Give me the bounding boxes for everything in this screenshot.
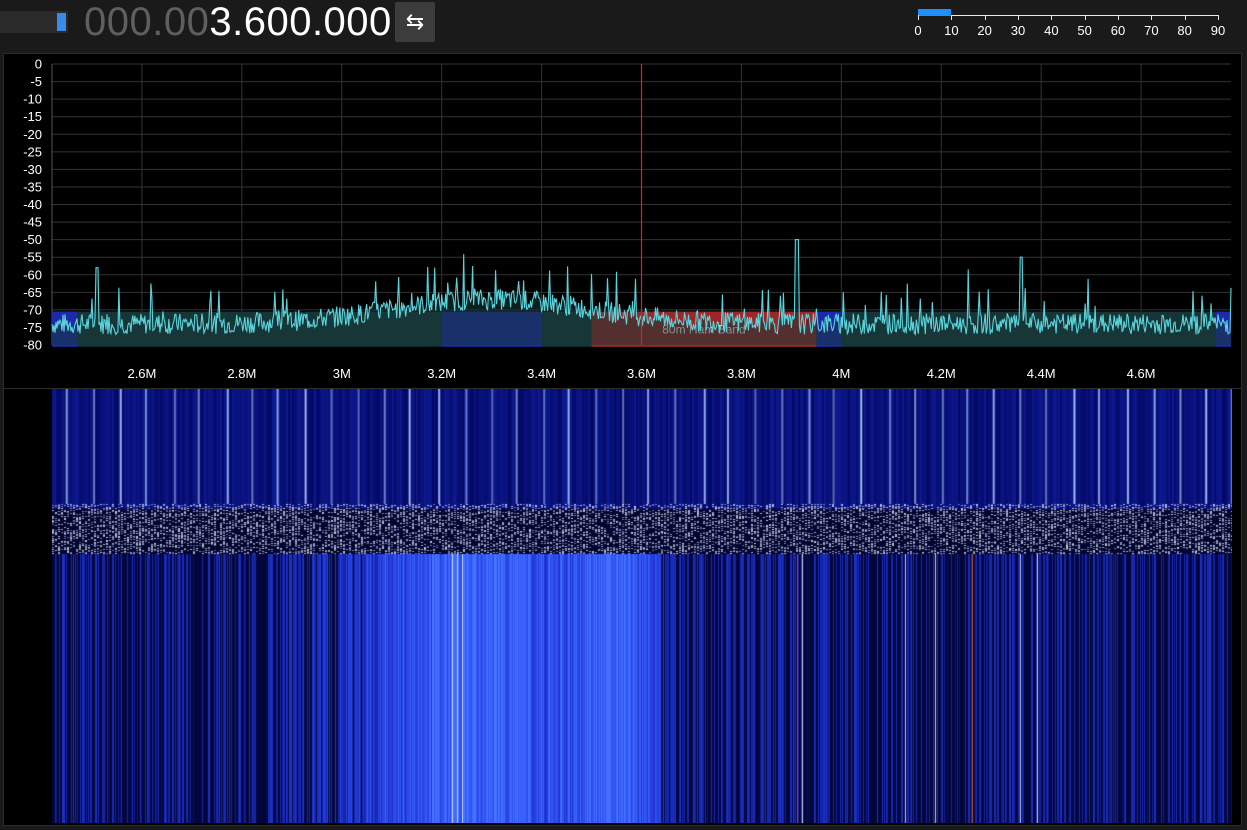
y-tick-label: -30	[23, 162, 42, 177]
signal-meter-fill	[57, 13, 66, 31]
zoom-tick-label: 20	[977, 23, 992, 38]
zoom-tick	[918, 15, 919, 20]
zoom-tick-label: 90	[1210, 23, 1226, 38]
zoom-tick-label: 70	[1144, 23, 1159, 38]
top-bar: 000.003.600.000 ⇆ 0 10 20 30 40 50 60 70 80 90	[0, 0, 1247, 48]
x-tick-label: 4M	[832, 366, 850, 381]
y-tick-label: -35	[23, 179, 42, 194]
zoom-tick	[1118, 15, 1119, 20]
y-tick-label: -25	[23, 144, 42, 159]
zoom-slider-fill[interactable]	[918, 9, 952, 16]
x-tick-label: 4.6M	[1127, 366, 1156, 381]
waterfall-panel[interactable]	[3, 388, 1242, 826]
x-tick-label: 4.4M	[1027, 366, 1056, 381]
x-tick-label: 3.4M	[527, 366, 556, 381]
spectrum-panel[interactable]: 0 -5 -10 -15 -20 -25 -30 -35 -40 -45 -50 -55 -60 -65 -…	[3, 53, 1242, 389]
y-tick-label: -60	[23, 267, 42, 282]
x-tick-label: 3.6M	[627, 366, 656, 381]
swap-icon[interactable]: ⇆	[395, 2, 435, 42]
y-tick-label: -45	[23, 215, 42, 230]
x-tick-label: 3.8M	[727, 366, 756, 381]
zoom-tick	[1184, 15, 1186, 20]
zoom-tick	[951, 15, 953, 20]
y-tick-label: -55	[23, 250, 42, 265]
zoom-tick-label: 50	[1077, 23, 1092, 38]
zoom-tick-label: 40	[1044, 23, 1059, 38]
y-tick-label: -15	[23, 109, 42, 124]
x-tick-label: 4.2M	[927, 366, 956, 381]
zoom-tick-label: 60	[1110, 23, 1126, 38]
y-tick-label: -65	[23, 285, 42, 300]
x-tick-label: 2.6M	[127, 366, 156, 381]
y-tick-label: -80	[23, 338, 42, 353]
signal-meter	[0, 11, 68, 33]
x-tick-label: 3.2M	[427, 366, 456, 381]
zoom-slider[interactable]: 0 10 20 30 40 50 60 70 80 90	[914, 7, 1225, 41]
x-tick-label: 3M	[333, 366, 351, 381]
y-tick-label: -50	[23, 232, 42, 247]
y-tick-label: -5	[30, 74, 42, 89]
zoom-tick-label: 80	[1177, 23, 1192, 38]
zoom-tick	[1018, 15, 1019, 20]
x-tick-label: 2.8M	[227, 366, 256, 381]
frequency-value[interactable]: 3.600.000	[209, 0, 391, 44]
frequency-display[interactable]: 000.003.600.000	[84, 0, 392, 44]
zoom-tick	[1151, 15, 1153, 20]
y-tick-label: -70	[23, 302, 42, 317]
y-tick-label: 0	[35, 57, 42, 72]
waterfall-display[interactable]	[52, 389, 1232, 823]
zoom-tick	[1218, 15, 1219, 20]
y-tick-label: -40	[23, 197, 42, 212]
spectrum-plot[interactable]: 0 -5 -10 -15 -20 -25 -30 -35 -40 -45 -50 -55 -60 -65 -…	[4, 54, 1241, 388]
zoom-tick	[1084, 15, 1086, 20]
zoom-tick-label: 0	[914, 23, 922, 38]
frequency-leading-zeros[interactable]: 000.00	[84, 0, 209, 44]
y-tick-label: -75	[23, 320, 42, 335]
zoom-tick-label: 10	[944, 23, 959, 38]
zoom-tick	[1051, 15, 1053, 20]
y-tick-label: -20	[23, 127, 42, 142]
zoom-slider-track[interactable]	[918, 15, 1218, 16]
y-tick-label: -10	[23, 92, 42, 107]
zoom-tick	[984, 15, 986, 20]
zoom-tick-label: 30	[1010, 23, 1026, 38]
